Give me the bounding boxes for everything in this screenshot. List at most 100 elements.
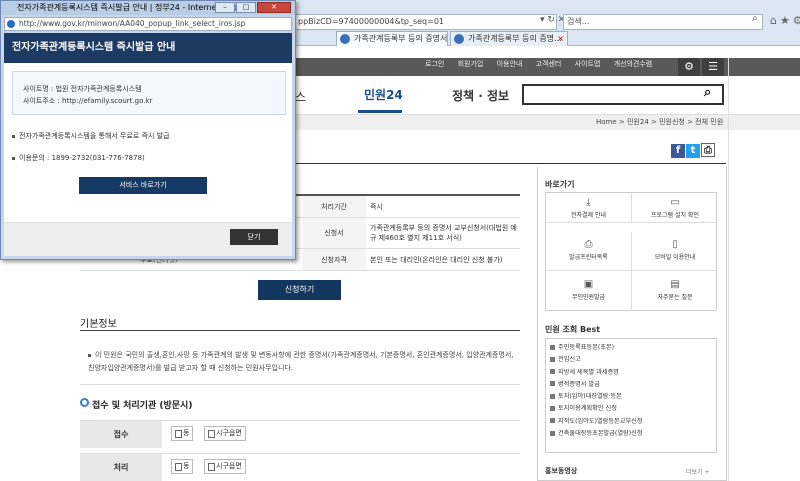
divider	[728, 58, 729, 481]
sitemap-link[interactable]: 사이트맵	[575, 60, 601, 68]
facebook-icon[interactable]: f	[671, 144, 685, 158]
ie-tab-icon	[454, 34, 464, 44]
quick-links-grid: ⤓ 전자결제 안내 ▭ 프로그램 설치 확인 ⎙ 발급프린터목록 ▯ 모바일 이용안내 …	[545, 192, 718, 311]
site-info-box: 사이트명 : 법원 전자가족관계등록시스템 사이트주소 : http://efa…	[12, 71, 286, 115]
popup-bullet: 이용문의 : 1899-2732(031-776-7878)	[12, 153, 145, 163]
bullet-icon	[88, 353, 91, 357]
popup-header: 전자가족관계등록시스템 즉시발급 안내	[4, 33, 292, 63]
service-shortcut-button[interactable]: 서비스 바로가기	[79, 177, 207, 194]
breadcrumb: Home > 민원24 > 민원신청 > 전체 민원	[596, 118, 724, 126]
utility-nav: 로그인 회원가입 이용안내 고객센터 사이트맵 개선의견수렴	[425, 59, 663, 69]
chat-icon: ▤	[670, 279, 680, 290]
tab-label: 가족관계등록부 등의 증명서 ...	[354, 34, 448, 43]
quick-link-faq[interactable]: ▤ 자주묻는 질문	[632, 271, 718, 311]
list-item[interactable]: 주민등록표등본(초본)	[550, 342, 712, 354]
popup-bullet: 전자가족관계등록시스템을 통해서 무료로 즉시 발급	[12, 131, 170, 141]
tab-label: 가족관계등록부 등의 증명...	[468, 34, 562, 43]
mobile-icon: ▯	[672, 239, 678, 250]
office-dong-button[interactable]: 동	[171, 426, 194, 441]
list-item[interactable]: 병적증명서 발급	[550, 379, 712, 391]
feedback-link[interactable]: 개선의견수렴	[614, 60, 653, 68]
office-city-button[interactable]: 시구읍면	[204, 426, 246, 441]
support-link[interactable]: 고객센터	[536, 60, 562, 68]
list-item[interactable]: 토지이용계획확인 신청	[550, 403, 712, 415]
nav-item-minwon24[interactable]: 민원24	[364, 86, 403, 103]
more-link[interactable]: 더보기 +	[686, 467, 710, 476]
close-tab-icon[interactable]: ×	[557, 32, 564, 45]
list-item[interactable]: 전입신고	[550, 354, 712, 366]
bullet-icon	[12, 156, 15, 160]
search-icon[interactable]: ⌕	[704, 85, 711, 100]
circle-bullet-icon	[80, 398, 89, 407]
minimize-icon[interactable]: –	[215, 2, 235, 13]
active-nav-indicator	[358, 110, 402, 113]
monitor-icon: ▭	[670, 197, 680, 208]
basic-info-text: 이 민원은 국민의 출생,혼인,사망 등 가족관계의 발생 및 변동사항에 관한…	[88, 349, 518, 375]
menu-icon[interactable]: ☰	[702, 58, 724, 76]
nav-item-policy[interactable]: 정책 · 정보	[452, 87, 509, 104]
quick-link-label: 무인민원발급	[571, 294, 606, 301]
close-icon[interactable]: ✕	[257, 2, 291, 13]
section-title: 접수 및 처리기관 (방문시)	[92, 401, 193, 411]
basic-info-body: 이 민원은 국민의 출생,혼인,사망 등 가족관계의 발생 및 변동사항에 관한…	[88, 351, 514, 372]
bullet-icon	[12, 134, 15, 138]
quick-link-program-check[interactable]: ▭ 프로그램 설치 확인	[632, 193, 718, 223]
signup-link[interactable]: 회원가입	[458, 60, 484, 68]
quick-link-label: 자주묻는 질문	[657, 294, 693, 301]
close-button[interactable]: 닫기	[230, 229, 278, 245]
office-dong-button[interactable]: 동	[171, 459, 194, 474]
quick-link-mobile[interactable]: ▯ 모바일 이용안내	[632, 232, 718, 271]
browser-tools-icon[interactable]: ⌂★⚙	[770, 14, 800, 27]
print-icon[interactable]: ⎙	[701, 143, 715, 157]
twitter-icon[interactable]: t	[686, 144, 700, 158]
quick-link-printers[interactable]: ⎙ 발급프린터목록	[546, 232, 632, 271]
section-title: 기본정보	[80, 319, 117, 330]
window-controls: – □ ✕	[214, 2, 291, 13]
table-value: 가족관계등록부 등의 증명서 교부신청서(대법원 예규 제460호 별지 제11…	[370, 224, 517, 242]
quick-link-label: 발급프린터목록	[569, 254, 608, 261]
site-search-input[interactable]	[522, 84, 724, 105]
refresh-icon[interactable]: ▾ ↻ ✕	[540, 15, 565, 25]
browser-tab[interactable]: 가족관계등록부 등의 증명서 ...	[336, 31, 448, 46]
kiosk-icon: ▣	[583, 279, 594, 290]
nav-item-services[interactable]: 스	[295, 88, 306, 105]
list-item[interactable]: 건축물대장등초본발급(열람)신청	[550, 428, 712, 440]
login-link[interactable]: 로그인	[425, 60, 444, 68]
divider	[80, 330, 520, 331]
bullet-text: 전자가족관계등록시스템을 통해서 무료로 즉시 발급	[19, 132, 170, 140]
guide-link[interactable]: 이용안내	[497, 60, 523, 68]
table-label: 신청자격	[302, 249, 366, 270]
sidebar-title: 홍보동영상	[545, 467, 578, 475]
row-label: 처리	[80, 454, 162, 481]
address-bar[interactable]: ppBizCD=97400000004&tp_seq=01	[295, 14, 557, 30]
table-label: 신청서	[302, 218, 366, 248]
ie-tab-icon	[340, 34, 350, 44]
quick-link-label: 전자결제 안내	[570, 212, 607, 219]
ie-icon	[7, 20, 15, 28]
quick-link-epayment[interactable]: ⤓ 전자결제 안내	[546, 193, 632, 223]
printer-icon: ⎙	[584, 239, 593, 250]
list-item[interactable]: 지방세 세목별 과세증명	[550, 367, 712, 379]
apply-button[interactable]: 신청하기	[258, 280, 341, 300]
best-services-list: 주민등록표등본(초본) 전입신고 지방세 세목별 과세증명 병적증명서 발급 토…	[545, 338, 717, 453]
table-value: 본인 또는 대리인(온라인은 대리인 신청 불가)	[370, 256, 503, 264]
bullet-text: 이용문의 : 1899-2732(031-776-7878)	[19, 154, 145, 162]
reception-row: 접수 동 시구읍면	[80, 420, 520, 448]
table-label: 처리기간	[302, 196, 366, 217]
browser-search-input[interactable]: 검색...	[563, 14, 763, 30]
maximize-icon[interactable]: □	[236, 2, 256, 13]
office-city-button[interactable]: 시구읍면	[204, 459, 246, 474]
popup-address-bar[interactable]: http://www.gov.kr/minwon/AA040_popup_lin…	[4, 17, 292, 31]
search-icon[interactable]: ⌕	[752, 13, 758, 24]
list-item[interactable]: 토지(임야)대장열람·등본	[550, 391, 712, 403]
browser-tab[interactable]: 가족관계등록부 등의 증명... ×	[450, 31, 568, 46]
gear-icon[interactable]: ⚙	[678, 58, 700, 76]
breadcrumb-bar	[295, 114, 800, 130]
download-icon: ⤓	[586, 197, 591, 208]
sidebar-title: 바로가기	[545, 180, 575, 189]
site-address: 사이트주소 : http://efamily.scourt.go.kr	[23, 97, 153, 105]
quick-link-kiosk[interactable]: ▣ 무인민원발급	[546, 271, 632, 311]
quick-link-label: 프로그램 설치 확인	[651, 212, 699, 219]
quick-link-label: 모바일 이용안내	[654, 254, 696, 261]
list-item[interactable]: 지적도(임야도)열람등본교부신청	[550, 416, 712, 428]
